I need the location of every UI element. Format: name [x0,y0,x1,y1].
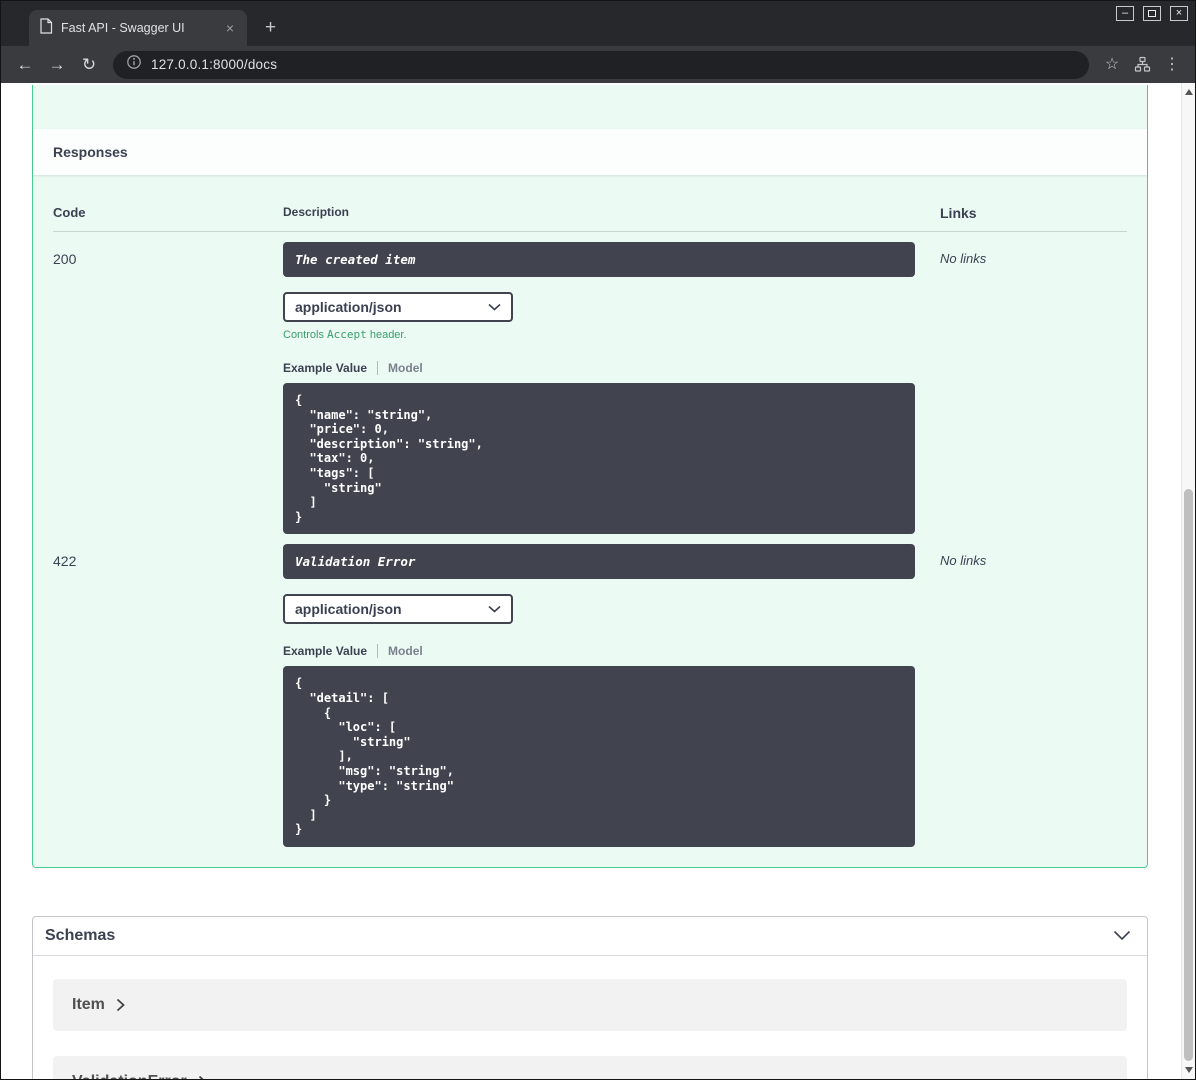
column-header-links: Links [940,205,977,221]
schemas-header[interactable]: Schemas [33,917,1147,956]
extensions-icon[interactable] [1129,52,1155,78]
column-header-code: Code [53,205,86,220]
back-button[interactable]: ← [11,51,39,79]
media-type-select[interactable]: application/json [283,594,513,625]
schema-item-name: ValidationError [72,1073,187,1079]
responses-table-header: Code Description Links [53,191,1127,232]
window-minimize-button[interactable]: – [1116,6,1134,21]
page-content: Responses Code Description Links 200 The… [1,83,1195,1079]
response-row-200: 200 The created item application/json Co… [53,232,1127,535]
browser-window: Fast API - Swagger UI × + – × ← → ↻ 127.… [0,0,1196,1080]
response-links: No links [940,553,987,569]
response-row-422: 422 Validation Error application/json Ex… [53,534,1127,847]
accept-header-note: Controls Accept header. [283,328,407,341]
swagger-page: Responses Code Description Links 200 The… [1,83,1181,1079]
example-value-tab[interactable]: Example Value [283,644,367,658]
forward-button[interactable]: → [43,51,71,79]
schema-item[interactable]: Item [53,978,1127,1031]
tab-title: Fast API - Swagger UI [61,21,185,35]
new-tab-button[interactable]: + [257,14,284,41]
responses-header: Responses [33,129,1147,175]
tab-divider [377,644,379,659]
tab-close-icon[interactable]: × [223,20,237,36]
media-type-value: application/json [295,601,402,618]
scrollbar[interactable] [1181,83,1195,1079]
browser-toolbar: ← → ↻ 127.0.0.1:8000/docs ☆ ⋮ [1,46,1195,83]
window-maximize-button[interactable] [1143,6,1161,21]
schema-item-name: Item [72,995,105,1013]
page-favicon-icon [39,17,53,39]
response-code: 200 [53,251,77,267]
response-links: No links [940,251,987,266]
model-tab[interactable]: Model [388,361,423,375]
chevron-down-icon[interactable] [1113,930,1131,941]
responses-title: Responses [53,144,128,160]
maximize-icon [1148,10,1156,17]
reload-button[interactable]: ↻ [75,51,103,79]
titlebar: Fast API - Swagger UI × + – × [1,1,1195,46]
chevron-right-icon [198,1075,204,1079]
model-tab[interactable]: Model [388,644,423,658]
example-tabs: Example Value Model [283,644,940,659]
example-json: { "detail": [ { "loc": [ "string" ], "ms… [283,666,915,847]
window-controls: – × [1116,6,1188,21]
media-type-select[interactable]: application/json [283,292,513,322]
opblock-spacer [33,85,1147,129]
scrollbar-thumb[interactable] [1184,489,1193,1061]
response-description: Validation Error [283,544,915,580]
chevron-down-icon [488,606,501,613]
chevron-down-icon [488,303,501,311]
menu-kebab-icon[interactable]: ⋮ [1159,52,1185,78]
response-code: 422 [53,553,77,570]
media-type-value: application/json [295,299,402,315]
schemas-title: Schemas [45,926,116,944]
url-text: 127.0.0.1:8000/docs [151,57,278,72]
bookmark-star-icon[interactable]: ☆ [1099,52,1125,78]
scrollbar-up-icon[interactable] [1185,89,1193,95]
scrollbar-down-icon[interactable] [1185,1067,1193,1073]
browser-tab[interactable]: Fast API - Swagger UI × [29,10,247,46]
address-bar[interactable]: 127.0.0.1:8000/docs [113,50,1089,79]
response-description: The created item [283,242,915,277]
window-close-button[interactable]: × [1170,6,1188,21]
example-tabs: Example Value Model [283,361,940,375]
example-value-tab[interactable]: Example Value [283,361,367,375]
chevron-right-icon [116,998,125,1012]
site-info-icon[interactable] [126,54,142,75]
schema-item[interactable]: ValidationError [53,1055,1127,1079]
example-json: { "name": "string", "price": 0, "descrip… [283,383,915,535]
responses-section: Responses Code Description Links 200 The… [32,85,1148,868]
tab-divider [377,361,379,375]
column-header-description: Description [283,205,350,219]
schemas-section: Schemas Item ValidationError [32,915,1148,1079]
